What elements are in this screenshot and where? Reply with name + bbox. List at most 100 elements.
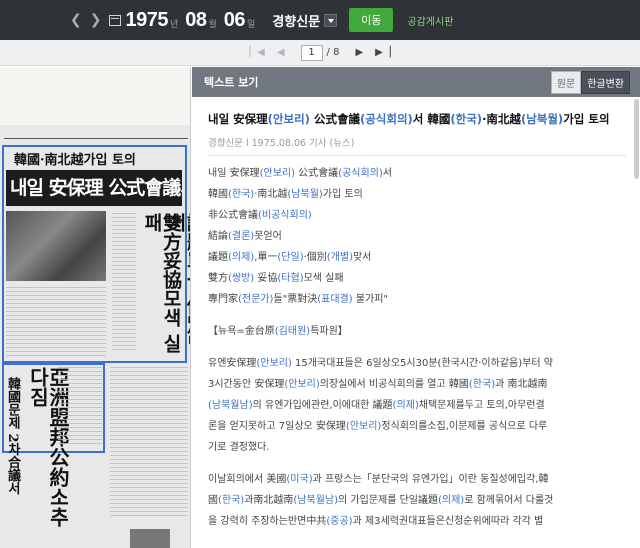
scan-text-column [110,367,188,517]
scan-text-column [6,287,106,357]
scan-headline: 韓國·南北越가입 토의 [14,153,136,168]
text-segment: 유엔安保理 [208,358,257,369]
hangul-reading: (한국) [228,189,255,200]
text-segment: 가입 토의 [322,189,363,200]
text-view-panel: 텍스트 보기 원문 한글변환 내일 安保理(안보리) 公式會議(공식회의)서 韓… [192,67,640,548]
text-segment: 모색 실패 [303,273,344,284]
text-segment: 정식회의를소집,이문제를 공식으로 다루 [381,421,548,432]
hangul-reading: (표대결) [317,294,353,305]
hangul-reading: (의제) [392,400,419,411]
day-unit: 일 [247,19,256,30]
text-segment: 서 韓國 [412,112,451,126]
text-segment: 公式會議 [309,112,360,126]
divider [208,155,626,156]
text-segment: 非公式會議 [208,210,258,221]
share-board-link[interactable]: 공감게시판 [407,13,453,28]
article-line: 이날회의에서 美國(미국)과 프랑스는「분단국의 유엔가입」이란 동질성에입각,… [208,469,628,490]
page-total-value: 8 [333,47,340,58]
text-segment: 론을 얻지못하고 7일상오 安保理 [208,421,346,432]
text-segment: 가입 토의 [563,112,610,126]
scan-vertical-headline-2: 雙方妥協모색 실패 [141,213,182,353]
hangul-reading: (의제) [228,252,255,263]
scan-side-subhead: 韓國문제 2차合議서 [5,377,20,495]
hangul-reading: (한국) [450,112,483,126]
hangul-reading: (개별) [326,252,353,263]
newspaper-scan-panel[interactable]: 韓國·南北越가입 토의 내일 安保理 公式會議서 議題單一·個別맞서 雙方妥協모… [0,67,191,548]
hangul-reading: (쌍방) [228,273,255,284]
hangul-reading: (미국) [286,474,313,485]
text-segment: 로 함께묶어서 다룰것 [464,495,554,506]
hangul-reading: (공식회의) [359,112,413,126]
article-line: 3시간동안 安保理(안보리)의장실에서 비공식회의를 열고 韓國(한국)과 南北… [208,374,628,395]
article-line: 結論(결론)못얻어 [208,226,628,247]
text-segment: 특파원】 [310,326,348,337]
text-segment: 을 강력히 주장하는반면中共 [208,516,327,527]
article-line: 기로 결정했다. [208,437,628,458]
newspaper-select[interactable]: 경향신문 [272,11,338,30]
text-segment: 들"票對決 [273,294,318,305]
text-segment: 의 가입문제를 단일議題 [338,495,438,506]
text-segment: 의 유엔가입에관련,이에대한 議題 [252,400,393,411]
move-button[interactable]: 이동 [349,8,394,32]
hangul-toggle[interactable]: 한글변환 [581,70,630,94]
newspaper-label: 경향신문 [272,14,321,30]
first-page-icon[interactable]: ▏◀ [249,47,264,58]
text-segment: 기로 결정했다. [208,442,270,453]
original-toggle[interactable]: 원문 [550,70,582,94]
top-bar: ❮ ❯ 1975 년 08 월 06 일 경향신문 이동 공감게시판 [0,0,640,40]
hangul-reading: (한국) [468,379,496,390]
article-line: 專門家(전문가)들"票對決(표대결) 불가피" [208,289,628,310]
text-segment: ·個別 [303,252,327,263]
newspaper-masthead [4,133,188,139]
text-segment: ·南北越 [254,189,288,200]
article-line: 韓國(한국)·南北越(남북월)가입 토의 [208,184,628,205]
prev-date-icon[interactable]: ❮ [66,12,86,28]
prev-page-icon[interactable]: ◀ [277,47,285,58]
hangul-reading: (남북월남) [208,400,253,411]
hangul-reading: (김태원) [274,326,311,337]
hangul-reading: (남북월) [287,189,323,200]
year-unit: 년 [169,19,179,30]
hangul-reading: (한국) [218,495,245,506]
year-value[interactable]: 1975 [125,9,168,32]
scan-text-column [112,213,136,353]
scan-photo [6,211,106,281]
hangul-reading: (안보리) [267,112,310,126]
article-line: 議題(의제),單一(단일)·個別(개별)맞서 [208,247,628,268]
text-segment: 國 [208,495,218,506]
text-segment: 서 [382,168,392,179]
hangul-reading: (공식회의) [338,168,383,179]
article-line: 雙方(쌍방) 妥協(타협)모색 실패 [208,268,628,289]
scrollbar[interactable] [634,99,639,179]
hangul-reading: (남북월) [520,112,564,126]
text-segment: 【뉴욕=金台原 [208,326,275,337]
text-segment: 專門家 [208,294,238,305]
scan-headline-black: 내일 安保理 公式會議서 [6,170,182,206]
scan-photo-2 [130,529,170,548]
hangul-reading: (의제) [437,495,465,506]
next-page-icon[interactable]: ▶ [355,47,363,58]
calendar-icon[interactable] [109,14,122,26]
day-value[interactable]: 06 [224,9,246,32]
hangul-reading: (타협) [277,273,304,284]
last-page-icon[interactable]: ▶▕ [375,47,390,58]
article-meta: 경향신문 l 1975.08.06 기사 (뉴스) [208,138,355,149]
article-line: 【뉴욕=金台原(김태원)특파원】 [208,321,628,342]
scan-text-column [58,367,102,447]
text-segment: 의장실에서 비공식회의를 열고 韓國 [319,379,469,390]
article-line: 國(한국)과南北越南(남북월남)의 가입문제를 단일議題(의제)로 함께묶어서 … [208,490,628,511]
page-input[interactable]: 1 [300,44,323,61]
text-view-title: 텍스트 보기 [204,76,259,89]
month-value[interactable]: 08 [185,9,207,32]
page-total: / 8 [326,47,340,58]
text-segment: 맞서 [352,252,372,263]
next-date-icon[interactable]: ❯ [86,12,106,28]
text-segment: 韓國 [208,189,228,200]
text-segment: 15개국대표들은 6일상오5시30분(한국시간·이하같음)부터 약 [291,358,553,369]
article-line: 非公式會議(비공식회의) [208,205,628,226]
chevron-down-icon[interactable] [324,13,338,27]
hangul-reading: (안보리) [345,421,382,432]
